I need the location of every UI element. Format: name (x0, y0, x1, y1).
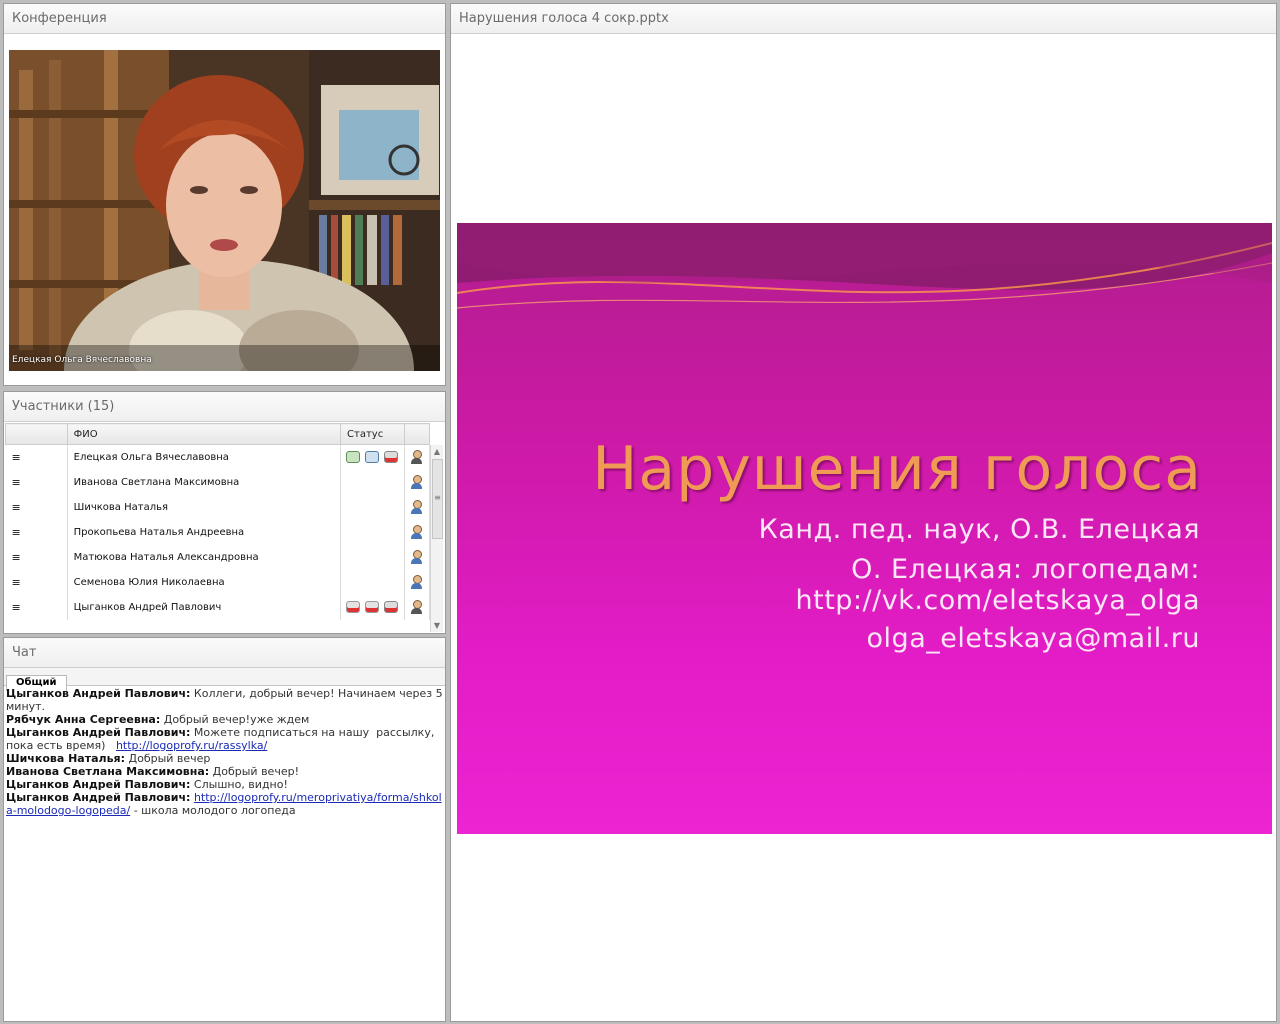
scroll-up-icon[interactable]: ▲ (431, 445, 443, 458)
chat-message: Шичкова Наталья: Добрый вечер (6, 752, 443, 765)
speaker-video[interactable]: Елецкая Ольга Вячеславовна (9, 50, 440, 371)
participants-body: ≡ Елецкая Ольга Вячеславовна ≡ Иванова Свет… (5, 444, 430, 620)
chat-messages: Цыганков Андрей Павлович: Коллеги, добры… (4, 686, 445, 818)
screen-share-off-icon[interactable] (384, 601, 399, 613)
chat-text: Добрый вечер!уже ждем (160, 713, 310, 726)
presentation-slide: Нарушения голоса Канд. пед. наук, О.В. Е… (457, 223, 1272, 834)
slide-vk-link: http://vk.com/eletskaya_olga (795, 585, 1200, 616)
participant-status (340, 594, 406, 620)
participant-row[interactable]: ≡ Цыганков Андрей Павлович (5, 594, 430, 620)
participant-status (340, 494, 406, 520)
participant-role (404, 594, 430, 620)
chat-panel: Чат Общий Цыганков Андрей Павлович: Колл… (3, 637, 446, 1022)
user-icon (411, 550, 423, 564)
drag-handle-icon[interactable]: ≡ (5, 519, 68, 545)
participants-scrollbar[interactable]: ▲ ≡ ▼ (430, 445, 443, 632)
scroll-thumb[interactable]: ≡ (432, 459, 443, 539)
participant-row[interactable]: ≡ Матюкова Наталья Александровна (5, 544, 430, 570)
chat-text: Добрый вечер (125, 752, 211, 765)
participant-status (340, 469, 406, 495)
chat-message: Рябчук Анна Сергеевна: Добрый вечер!уже … (6, 713, 443, 726)
chat-author: Иванова Светлана Максимовна: (6, 765, 210, 778)
participant-row[interactable]: ≡ Елецкая Ольга Вячеславовна (5, 444, 430, 470)
chat-message: Цыганков Андрей Павлович: Коллеги, добры… (6, 687, 443, 713)
participant-role (404, 519, 430, 545)
chat-text: Слышно, видно! (190, 778, 288, 791)
chat-author: Цыганков Андрей Павлович: (6, 791, 191, 804)
chat-message: Цыганков Андрей Павлович: Можете подписа… (6, 726, 443, 752)
participant-name: Цыганков Андрей Павлович (67, 594, 342, 620)
drag-handle-icon[interactable]: ≡ (5, 469, 68, 495)
drag-handle-icon[interactable]: ≡ (5, 569, 68, 595)
slide-author-line: Канд. пед. наук, О.В. Елецкая (758, 514, 1200, 545)
participant-status (340, 444, 406, 470)
chat-author: Цыганков Андрей Павлович: (6, 687, 191, 700)
participant-role (404, 469, 430, 495)
screen-share-off-icon[interactable] (384, 451, 399, 464)
presentation-panel: Нарушения голоса 4 сокр.pptx Нарушения г… (450, 3, 1277, 1022)
slide-email: olga_eletskaya@mail.ru (866, 623, 1200, 654)
column-role-header (404, 423, 430, 445)
speaker-name-caption: Елецкая Ольга Вячеславовна (12, 355, 152, 365)
participants-header-row: ФИО Статус (5, 423, 430, 445)
chat-link[interactable]: http://logoprofy.ru/rassylka/ (116, 739, 267, 752)
microphone-icon[interactable] (365, 451, 380, 464)
column-status-header[interactable]: Статус (340, 423, 406, 445)
participant-name: Шичкова Наталья (67, 494, 342, 520)
participants-title: Участники (15) (4, 392, 445, 422)
participant-role (404, 544, 430, 570)
chat-message: Цыганков Андрей Павлович: http://logopro… (6, 791, 443, 817)
conference-panel: Конференция Елецкая Ольга Вячеславовна (3, 3, 446, 386)
host-user-icon (411, 450, 423, 465)
chat-tabs: Общий (4, 668, 445, 691)
chat-message: Цыганков Андрей Павлович: Слышно, видно! (6, 778, 443, 791)
user-icon (411, 575, 423, 589)
participant-status (340, 544, 406, 570)
chat-author: Шичкова Наталья: (6, 752, 125, 765)
participant-row[interactable]: ≡ Семенова Юлия Николаевна (5, 569, 430, 595)
webcam-off-icon[interactable] (346, 601, 361, 613)
column-grip-header (5, 423, 68, 445)
speaker-video-frame (9, 50, 440, 371)
slide-title: Нарушения голоса (592, 434, 1202, 504)
presentation-title: Нарушения голоса 4 сокр.pptx (451, 4, 1276, 34)
participant-row[interactable]: ≡ Шичкова Наталья (5, 494, 430, 520)
participant-name: Матюкова Наталья Александровна (67, 544, 342, 570)
participants-panel: Участники (15) ФИО Статус ≡ Елецкая Ольга… (3, 391, 446, 634)
participants-table: ФИО Статус ≡ Елецкая Ольга Вячеславовна ≡ И… (5, 423, 430, 620)
chat-author: Цыганков Андрей Павлович: (6, 726, 191, 739)
participant-name: Прокопьева Наталья Андреевна (67, 519, 342, 545)
conference-title: Конференция (4, 4, 445, 34)
user-icon (411, 525, 423, 539)
participant-role (404, 569, 430, 595)
participant-name: Семенова Юлия Николаевна (67, 569, 342, 595)
participant-role (404, 444, 430, 470)
chat-title: Чат (4, 638, 445, 668)
drag-handle-icon[interactable]: ≡ (5, 494, 68, 520)
participant-row[interactable]: ≡ Иванова Светлана Максимовна (5, 469, 430, 495)
chat-text-suffix: - школа молодого логопеда (130, 804, 296, 817)
chat-author: Рябчук Анна Сергеевна: (6, 713, 161, 726)
participant-status (340, 569, 406, 595)
participant-status (340, 519, 406, 545)
chat-author: Цыганков Андрей Павлович: (6, 778, 191, 791)
webcam-icon[interactable] (346, 451, 361, 464)
host-user-icon (411, 600, 423, 614)
microphone-off-icon[interactable] (365, 601, 380, 613)
scroll-down-icon[interactable]: ▼ (431, 619, 443, 632)
drag-handle-icon[interactable]: ≡ (5, 594, 68, 620)
chat-text: Добрый вечер! (209, 765, 299, 778)
user-icon (411, 475, 423, 489)
chat-message: Иванова Светлана Максимовна: Добрый вече… (6, 765, 443, 778)
participant-name: Иванова Светлана Максимовна (67, 469, 342, 495)
drag-handle-icon[interactable]: ≡ (5, 444, 68, 470)
drag-handle-icon[interactable]: ≡ (5, 544, 68, 570)
participant-row[interactable]: ≡ Прокопьева Наталья Андреевна (5, 519, 430, 545)
participant-name: Елецкая Ольга Вячеславовна (67, 444, 342, 470)
participant-role (404, 494, 430, 520)
slide-group-line: О. Елецкая: логопедам: (851, 554, 1200, 585)
user-icon (411, 500, 423, 514)
column-name-header[interactable]: ФИО (66, 423, 342, 445)
